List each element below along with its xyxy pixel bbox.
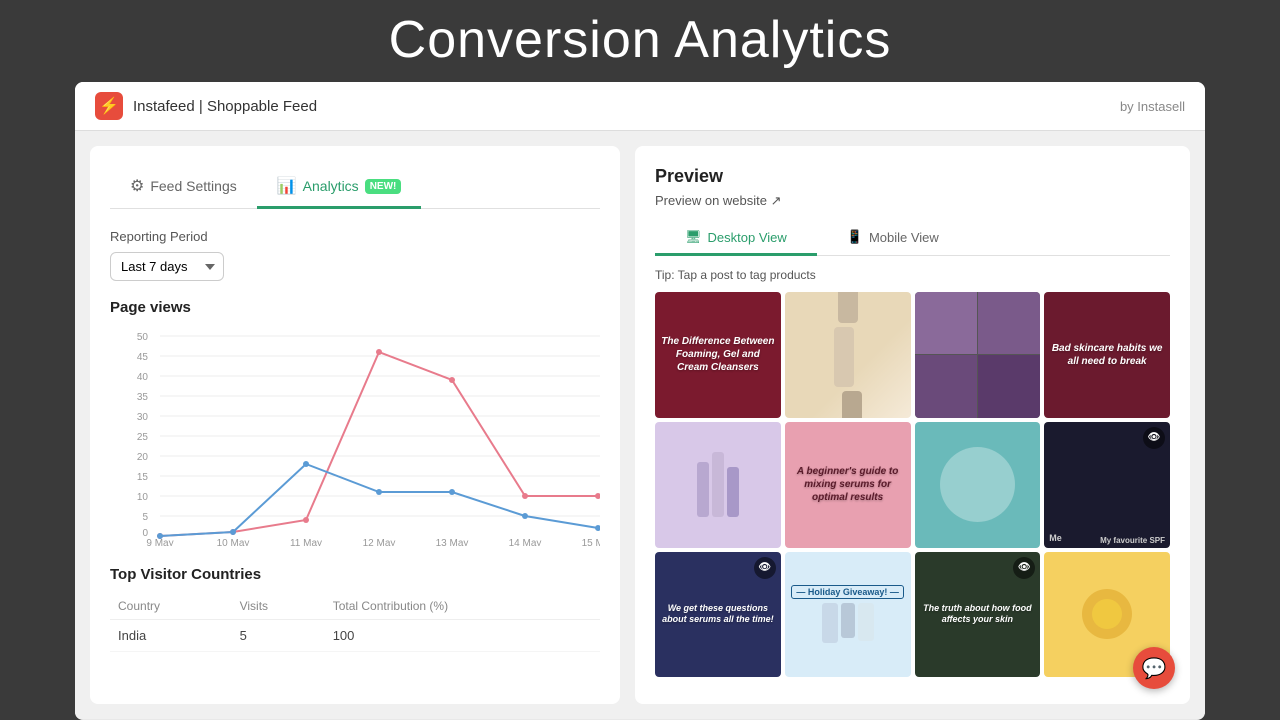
right-panel: Preview Preview on website ↗ 🖥 Desktop V…: [635, 146, 1190, 704]
grid-item-9-text: We get these questions about serums all …: [655, 597, 781, 632]
grid-item-4-text: Bad skincare habits we all need to break: [1044, 336, 1170, 374]
svg-text:45: 45: [137, 352, 149, 363]
svg-text:50: 50: [137, 332, 149, 343]
app-header-left: ⚡ Instafeed | Shoppable Feed: [95, 92, 317, 120]
grid-item-8[interactable]: Me My favourite SPF 👁: [1044, 422, 1170, 548]
left-panel: ⚙ Feed Settings 📊 Analytics NEW! Reporti…: [90, 146, 620, 704]
grid-item-6[interactable]: A beginner's guide to mixing serums for …: [785, 422, 911, 548]
svg-text:10: 10: [137, 492, 149, 503]
app-header-title: Instafeed | Shoppable Feed: [133, 98, 317, 115]
tab-analytics[interactable]: 📊 Analytics NEW!: [257, 166, 422, 209]
svg-text:14 May: 14 May: [509, 538, 542, 546]
grid-item-4[interactable]: Bad skincare habits we all need to break: [1044, 292, 1170, 418]
table-title: Top Visitor Countries: [110, 566, 600, 583]
view-tab-bar: 🖥 Desktop View 📱 Mobile View: [655, 221, 1170, 256]
grid-item-7[interactable]: [915, 422, 1041, 548]
svg-text:15: 15: [137, 472, 149, 483]
app-header: ⚡ Instafeed | Shoppable Feed by Instasel…: [75, 82, 1205, 131]
col-visits: Visits: [232, 593, 325, 620]
chart-title: Page views: [110, 299, 600, 316]
tab-feed-settings[interactable]: ⚙ Feed Settings: [110, 166, 257, 209]
chart-container: 50 45 40 35 30 25 20 15 10 5 0: [110, 326, 600, 546]
grid-item-3[interactable]: [915, 292, 1041, 418]
svg-text:25: 25: [137, 432, 149, 443]
chart-section: Page views 5: [110, 299, 600, 546]
overlay-icon-8: 👁: [1143, 427, 1165, 449]
tab-bar: ⚙ Feed Settings 📊 Analytics NEW!: [110, 166, 600, 209]
grid-item-6-text: A beginner's guide to mixing serums for …: [785, 459, 911, 510]
svg-text:40: 40: [137, 372, 149, 383]
page-title: Conversion Analytics: [0, 0, 1280, 82]
grid-item-5[interactable]: [655, 422, 781, 548]
period-select[interactable]: Last 7 days Last 30 days Last 90 days: [110, 252, 224, 281]
preview-website-link[interactable]: Preview on website ↗: [655, 193, 1170, 209]
app-shell: ⚡ Instafeed | Shoppable Feed by Instasel…: [75, 82, 1205, 720]
preview-title: Preview: [655, 166, 1170, 187]
chart-svg: 50 45 40 35 30 25 20 15 10 5 0: [110, 326, 600, 546]
svg-text:11 May: 11 May: [290, 538, 322, 546]
grid-item-1[interactable]: The Difference Between Foaming, Gel and …: [655, 292, 781, 418]
grid-item-9[interactable]: We get these questions about serums all …: [655, 552, 781, 678]
col-contribution: Total Contribution (%): [325, 593, 600, 620]
svg-text:13 May: 13 May: [436, 538, 469, 546]
svg-text:15 May: 15 May: [582, 538, 600, 546]
grid-item-1-text: The Difference Between Foaming, Gel and …: [655, 329, 781, 380]
tab-desktop-view[interactable]: 🖥 Desktop View: [655, 221, 817, 256]
app-header-byline: by Instasell: [1120, 99, 1185, 114]
reporting-section: Reporting Period Last 7 days Last 30 day…: [110, 229, 600, 281]
tab-mobile-view[interactable]: 📱 Mobile View: [817, 221, 969, 256]
app-logo-icon: ⚡: [95, 92, 123, 120]
svg-text:10 May: 10 May: [217, 538, 250, 546]
svg-text:12 May: 12 May: [363, 538, 396, 546]
overlay-icon-11: 👁: [1013, 557, 1035, 579]
grid-item-10[interactable]: — Holiday Giveaway! —: [785, 552, 911, 678]
svg-text:5: 5: [142, 512, 148, 523]
col-country: Country: [110, 593, 232, 620]
new-badge: NEW!: [365, 179, 402, 194]
svg-text:35: 35: [137, 392, 149, 403]
svg-text:20: 20: [137, 452, 149, 463]
tip-text: Tip: Tap a post to tag products: [655, 268, 1170, 282]
svg-text:30: 30: [137, 412, 149, 423]
image-grid: The Difference Between Foaming, Gel and …: [655, 292, 1170, 677]
chart-icon: 📊: [277, 176, 297, 196]
cell-visits: 5: [232, 620, 325, 652]
reporting-label: Reporting Period: [110, 229, 600, 244]
mobile-icon: 📱: [847, 229, 863, 245]
desktop-icon: 🖥: [685, 229, 702, 245]
grid-item-11-text: The truth about how food affects your sk…: [915, 597, 1041, 632]
cell-contribution: 100: [325, 620, 600, 652]
grid-item-11[interactable]: The truth about how food affects your sk…: [915, 552, 1041, 678]
svg-text:9 May: 9 May: [146, 538, 173, 546]
app-body: ⚙ Feed Settings 📊 Analytics NEW! Reporti…: [75, 131, 1205, 719]
visitor-table: Country Visits Total Contribution (%) In…: [110, 593, 600, 652]
table-row: India 5 100: [110, 620, 600, 652]
settings-icon: ⚙: [130, 176, 144, 196]
cell-country: India: [110, 620, 232, 652]
overlay-icon-9: 👁: [754, 557, 776, 579]
chat-button[interactable]: 💬: [1133, 647, 1175, 689]
grid-item-2[interactable]: [785, 292, 911, 418]
table-section: Top Visitor Countries Country Visits Tot…: [110, 566, 600, 652]
